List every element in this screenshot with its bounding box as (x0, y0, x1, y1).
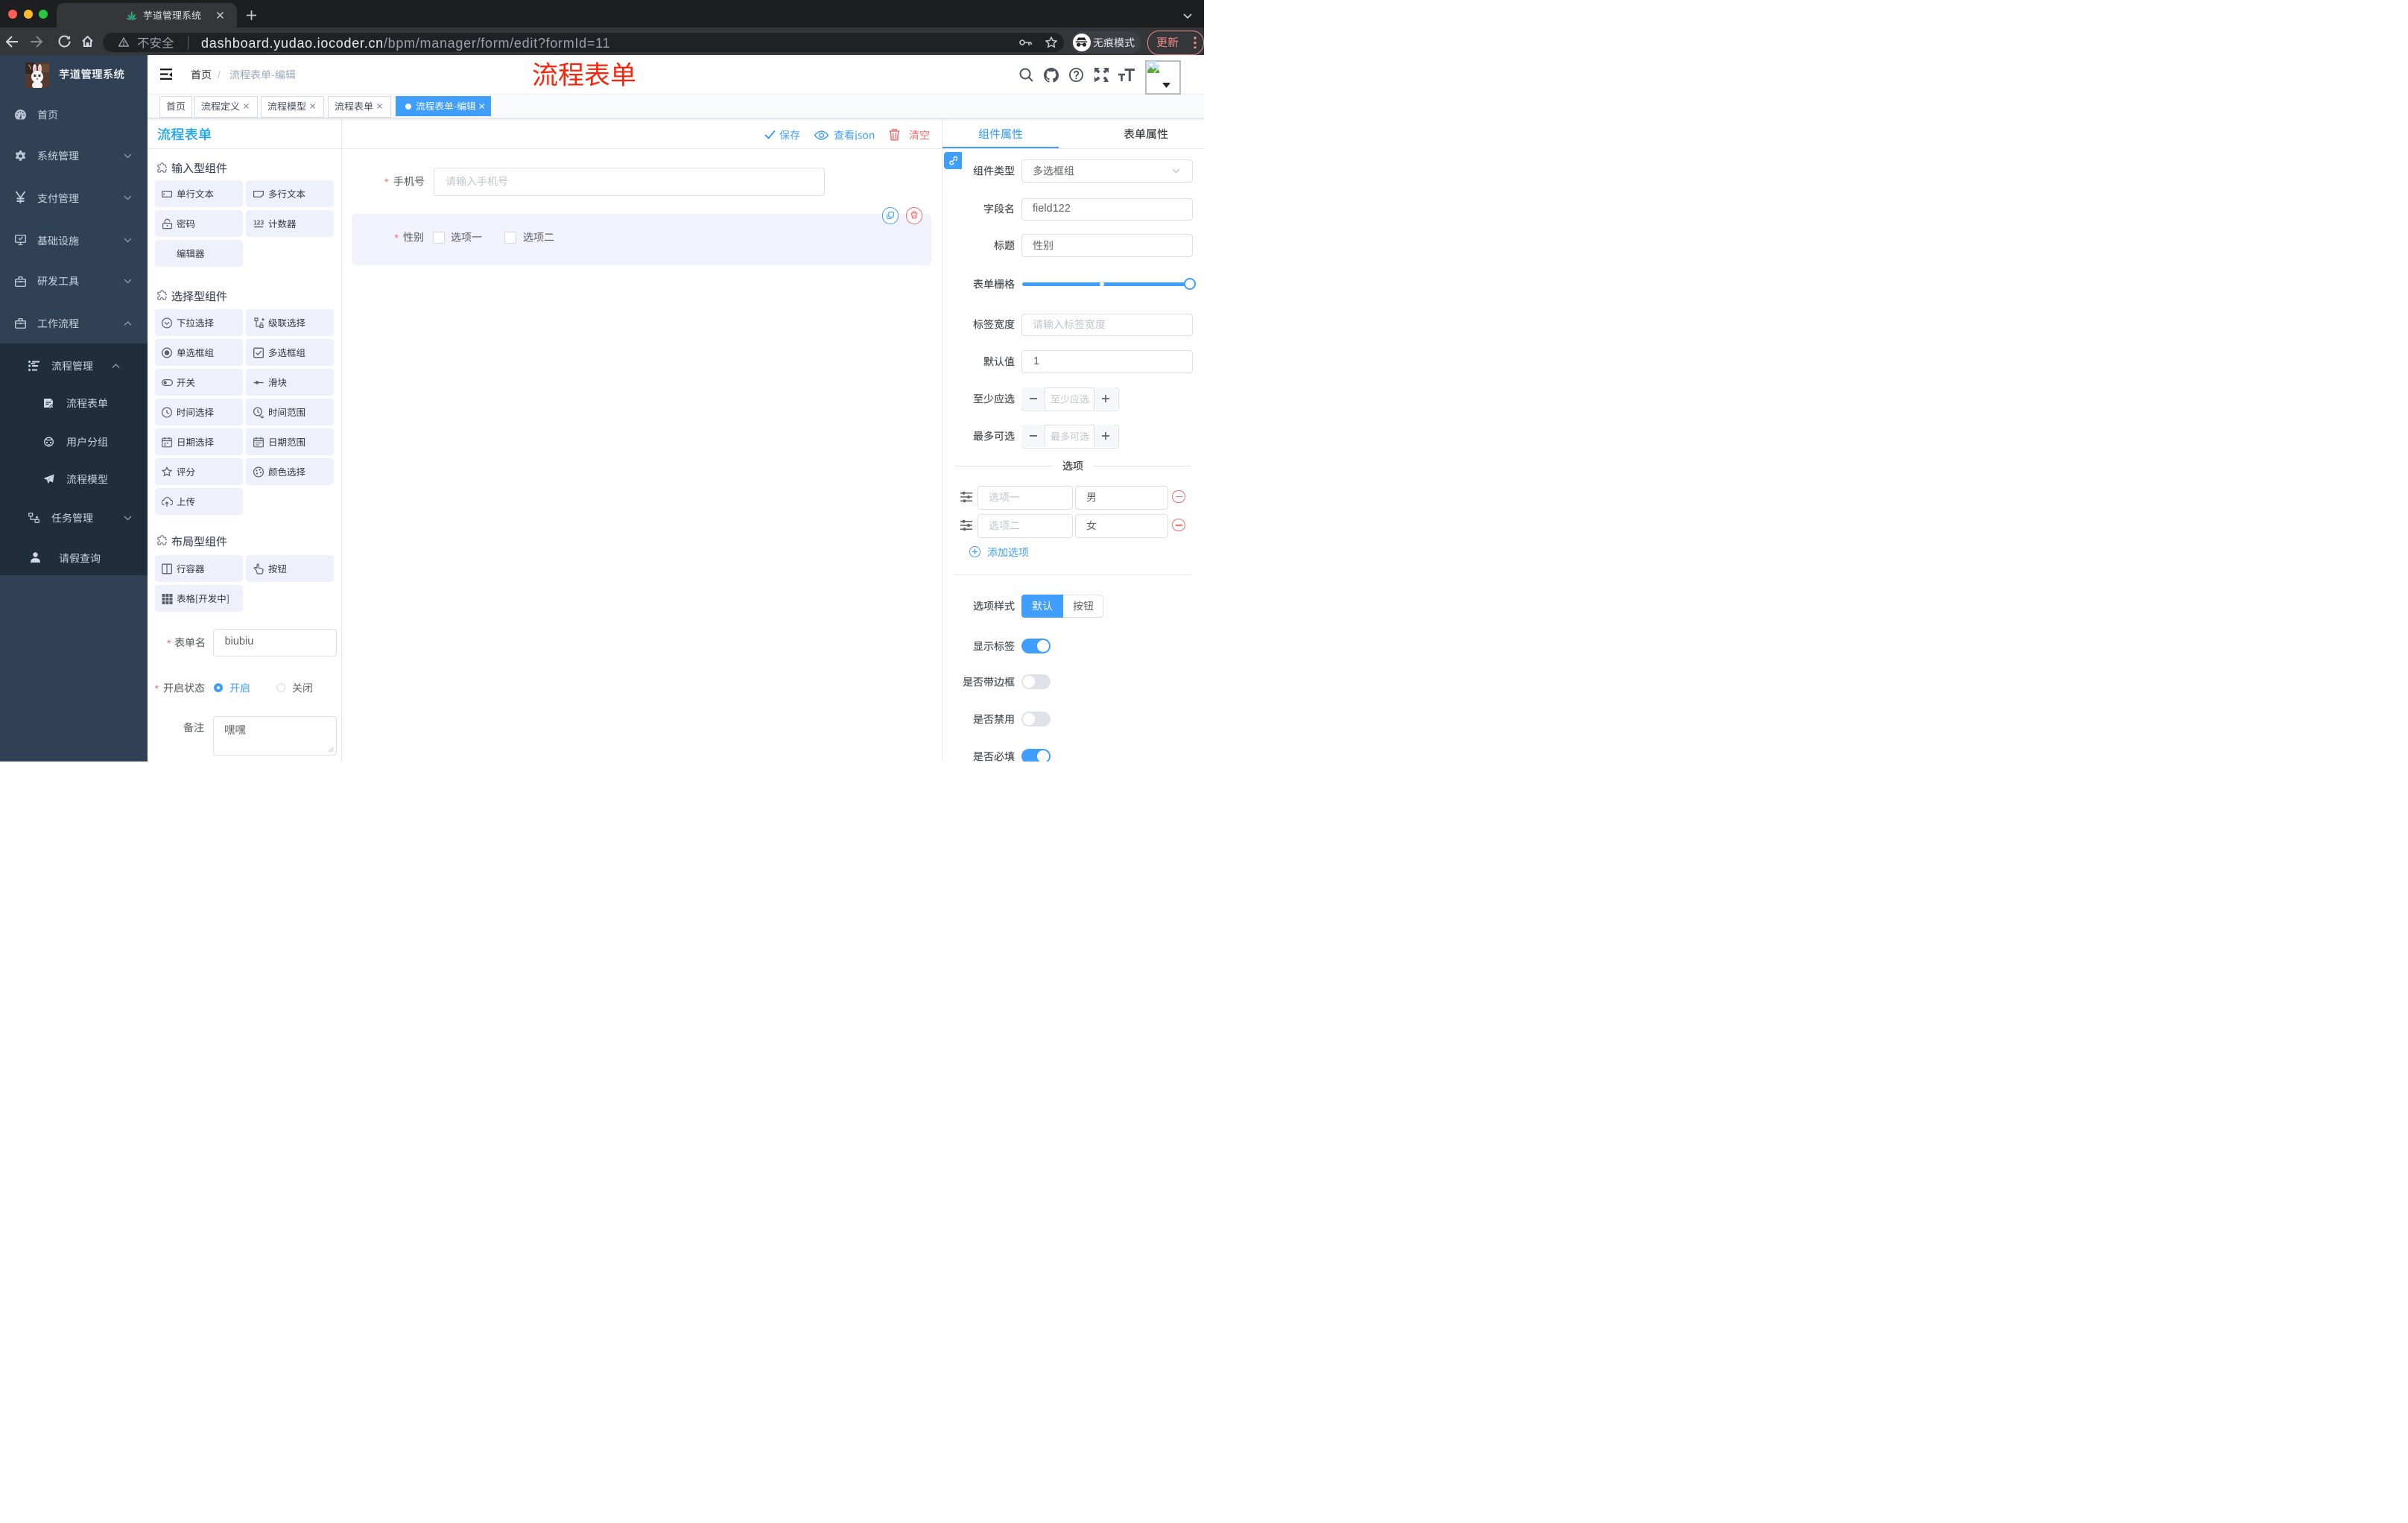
svg-text:123: 123 (253, 218, 264, 226)
